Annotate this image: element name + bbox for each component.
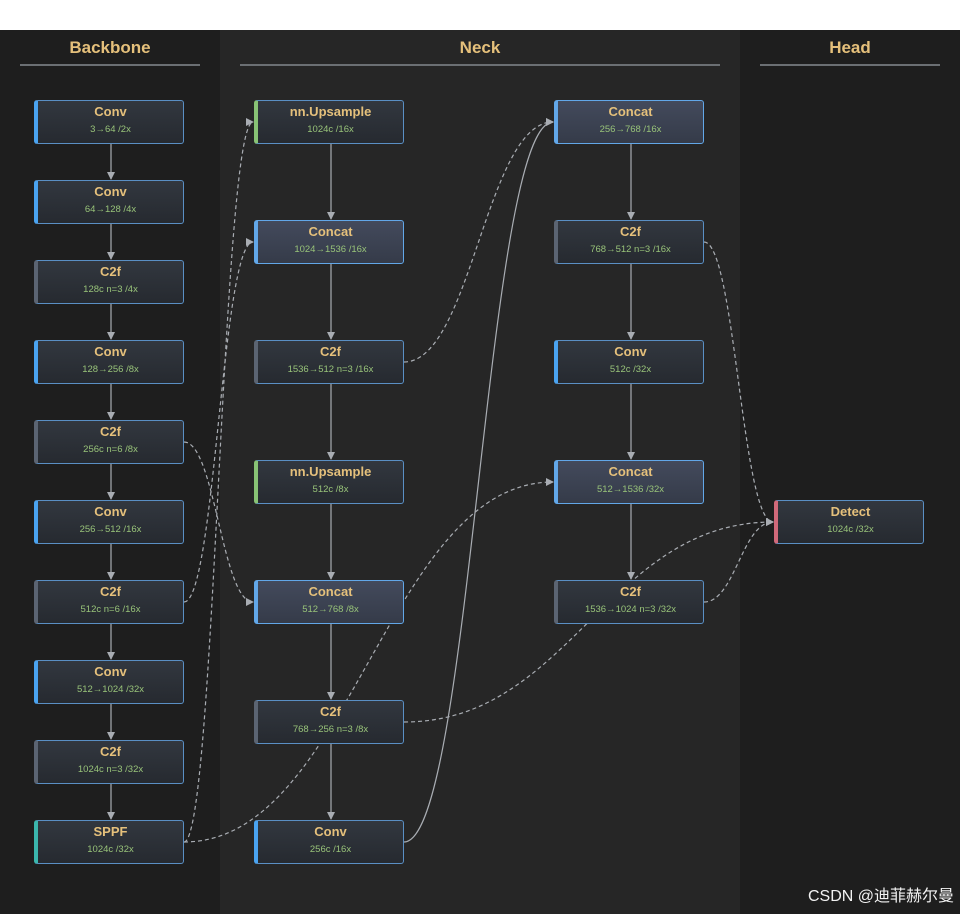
node-backbone-conv-1[interactable]: Conv 64→128 /4x: [34, 180, 184, 224]
node-backbone-conv-3[interactable]: Conv 128→256 /8x: [34, 340, 184, 384]
node-head-detect-22[interactable]: Detect 1024c /32x: [774, 500, 924, 544]
edge-b4-n4: [183, 441, 254, 606]
node-subtitle: 1536→512 n=3 /16x: [287, 364, 374, 375]
node-neck-upsample-10[interactable]: nn.Upsample 1024c /16x: [254, 100, 404, 144]
node-subtitle: 128→256 /8x: [82, 364, 139, 375]
edge-b6-n1: [183, 238, 254, 603]
node-title: Conv: [614, 344, 647, 359]
node-title: C2f: [320, 704, 341, 719]
node-neck-c2f-15[interactable]: C2f 768→256 n=3 /8x: [254, 700, 404, 744]
node-subtitle: 768→256 n=3 /8x: [292, 724, 369, 735]
node-title: SPPF: [93, 824, 128, 839]
node-backbone-sppf-9[interactable]: SPPF 1024c /32x: [34, 820, 184, 864]
node-subtitle: 256c n=6 /8x: [83, 444, 138, 455]
node-title: C2f: [100, 424, 121, 439]
node-neck-c2f-21[interactable]: C2f 1536→1024 n=3 /32x: [554, 580, 704, 624]
node-title: nn.Upsample: [289, 464, 372, 479]
node-subtitle: 256→768 /16x: [599, 124, 662, 135]
node-title: C2f: [320, 344, 341, 359]
node-backbone-conv-5[interactable]: Conv 256→512 /16x: [34, 500, 184, 544]
node-subtitle: 256→512 /16x: [79, 524, 142, 535]
node-title: C2f: [620, 224, 641, 239]
node-backbone-c2f-2[interactable]: C2f 128c n=3 /4x: [34, 260, 184, 304]
diagram-canvas: Backbone Neck Head Conv 3→64 /2x Conv 64…: [0, 30, 960, 914]
node-subtitle: 512c /8x: [312, 484, 349, 495]
node-title: Conv: [94, 664, 127, 679]
node-backbone-conv-7[interactable]: Conv 512→1024 /32x: [34, 660, 184, 704]
node-subtitle: 3→64 /2x: [90, 124, 131, 135]
node-subtitle: 512→1536 /32x: [596, 484, 665, 495]
node-neck-conv-16[interactable]: Conv 256c /16x: [254, 820, 404, 864]
edge-n6-m0: [403, 118, 554, 843]
node-subtitle: 128c n=3 /4x: [83, 284, 138, 295]
node-title: Conv: [94, 184, 127, 199]
node-title: Concat: [308, 224, 353, 239]
edge-n2-m0: [403, 118, 554, 363]
node-title: C2f: [100, 584, 121, 599]
node-subtitle: 512→768 /8x: [302, 604, 359, 615]
node-title: Conv: [314, 824, 347, 839]
node-subtitle: 1024c /32x: [87, 844, 134, 855]
node-subtitle: 1024→1536 /16x: [294, 244, 367, 255]
node-title: Concat: [608, 104, 653, 119]
node-subtitle: 1024c /16x: [307, 124, 354, 135]
node-backbone-c2f-8[interactable]: C2f 1024c n=3 /32x: [34, 740, 184, 784]
node-subtitle: 256c /16x: [309, 844, 352, 855]
watermark: CSDN @迪菲赫尔曼: [807, 888, 954, 905]
node-neck-concat-14[interactable]: Concat 512→768 /8x: [254, 580, 404, 624]
node-backbone-c2f-4[interactable]: C2f 256c n=6 /8x: [34, 420, 184, 464]
node-title: Concat: [608, 464, 653, 479]
node-subtitle: 768→512 n=3 /16x: [590, 244, 671, 255]
node-subtitle: 1536→1024 n=3 /32x: [584, 604, 677, 615]
node-subtitle: 1024c /32x: [827, 524, 874, 535]
edge-b9-m3: [183, 478, 554, 843]
node-title: Conv: [94, 504, 127, 519]
node-title: nn.Upsample: [289, 104, 372, 119]
node-title: C2f: [100, 744, 121, 759]
node-subtitle: 64→128 /4x: [84, 204, 137, 215]
edge-m1-h0: [703, 241, 774, 526]
node-title: Conv: [94, 344, 127, 359]
node-subtitle: 512c /32x: [609, 364, 652, 375]
node-neck-c2f-12[interactable]: C2f 1536→512 n=3 /16x: [254, 340, 404, 384]
node-title: C2f: [620, 584, 641, 599]
node-subtitle: 512c n=6 /16x: [80, 604, 141, 615]
node-backbone-c2f-6[interactable]: C2f 512c n=6 /16x: [34, 580, 184, 624]
node-neck-upsample-13[interactable]: nn.Upsample 512c /8x: [254, 460, 404, 504]
node-neck-concat-17[interactable]: Concat 256→768 /16x: [554, 100, 704, 144]
node-neck-conv-19[interactable]: Conv 512c /32x: [554, 340, 704, 384]
node-backbone-conv-0[interactable]: Conv 3→64 /2x: [34, 100, 184, 144]
node-neck-concat-20[interactable]: Concat 512→1536 /32x: [554, 460, 704, 504]
node-subtitle: 512→1024 /32x: [76, 684, 145, 695]
node-title: Detect: [830, 504, 871, 519]
node-neck-c2f-18[interactable]: C2f 768→512 n=3 /16x: [554, 220, 704, 264]
node-title: C2f: [100, 264, 121, 279]
node-title: Concat: [308, 584, 353, 599]
node-subtitle: 1024c n=3 /32x: [77, 764, 144, 775]
edge-b9-n0: [183, 118, 254, 843]
node-neck-concat-11[interactable]: Concat 1024→1536 /16x: [254, 220, 404, 264]
node-title: Conv: [94, 104, 127, 119]
edge-m4-h0: [703, 518, 774, 603]
